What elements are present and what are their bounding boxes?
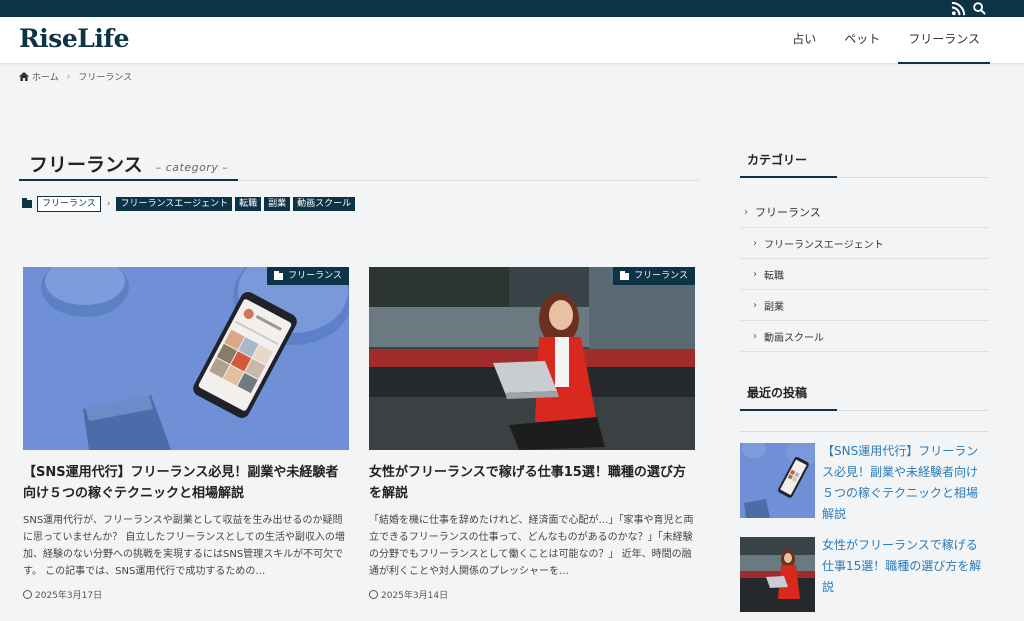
post-date-text: 2025年3月17日 (35, 591, 103, 601)
page-subtitle: – category – (155, 161, 229, 174)
category-badge-label: フリーランス (634, 271, 688, 281)
archive-header: フリーランス – category – (19, 145, 699, 181)
clock-icon (369, 590, 378, 599)
category-list: › フリーランス › フリーランスエージェント › 転職 › 副業 › 動画スク… (740, 197, 989, 352)
categories-title: カテゴリー (740, 151, 838, 178)
post-card[interactable]: フリーランス 女性がフリーランスで稼げる仕事15選！職種の選び方を解説 「結婚を… (369, 267, 695, 601)
category-badge[interactable]: フリーランス (613, 267, 695, 285)
post-thumbnail[interactable]: フリーランス (369, 267, 695, 450)
sidebar: カテゴリー › フリーランス › フリーランスエージェント › 転職 › 副業 … (740, 140, 989, 621)
recent-post-title[interactable]: 【SNS運用代行】フリーランス必見！副業や未経験者向け５つの稼ぐテクニックと相場… (822, 441, 989, 525)
category-item[interactable]: › フリーランス (740, 197, 989, 228)
recent-post-title[interactable]: 女性がフリーランスで稼げる仕事15選！職種の選び方を解説 (822, 535, 989, 612)
recent-posts-list: 【SNS運用代行】フリーランス必見！副業や未経験者向け５つの稼ぐテクニックと相場… (740, 443, 989, 612)
post-thumbnail[interactable]: フリーランス (23, 267, 349, 450)
breadcrumb-current: フリーランス (78, 73, 133, 83)
category-badge-label: フリーランス (288, 271, 342, 281)
top-utility-bar (0, 0, 1024, 17)
rss-icon[interactable] (951, 1, 966, 16)
chevron-right-icon: › (753, 330, 757, 342)
post-thumbnail-image (23, 267, 349, 450)
chevron-right-icon: › (753, 237, 757, 249)
category-item[interactable]: › 転職 (740, 259, 989, 290)
main-nav: 占い ペット フリーランス (774, 17, 990, 64)
category-item-label: 転職 (764, 270, 784, 282)
chevron-right-icon: › (106, 199, 111, 209)
recent-post-thumbnail[interactable] (740, 537, 815, 612)
category-item-label: フリーランス (755, 206, 821, 219)
tag-parent[interactable]: フリーランス (37, 196, 101, 212)
tag-video-school[interactable]: 動画スクール (293, 197, 356, 211)
category-badge[interactable]: フリーランス (267, 267, 349, 285)
tag-agent[interactable]: フリーランスエージェント (116, 197, 233, 211)
folder-icon (274, 270, 284, 280)
breadcrumb: ホーム › フリーランス (19, 70, 132, 83)
category-item-label: 動画スクール (764, 332, 824, 344)
clock-icon (23, 590, 32, 599)
post-date: 2025年3月17日 (23, 588, 349, 601)
search-icon[interactable] (972, 1, 987, 16)
chevron-right-icon: › (66, 71, 71, 82)
post-excerpt: 「結婚を機に仕事を辞めたけれど、経済面で心配が…」「家事や育児と両立できるフリー… (369, 515, 694, 577)
tag-side-job[interactable]: 副業 (264, 197, 291, 211)
recent-post-thumbnail-image (740, 537, 815, 612)
post-title[interactable]: 女性がフリーランスで稼げる仕事15選！職種の選び方を解説 (369, 462, 695, 504)
category-item[interactable]: › 副業 (740, 290, 989, 321)
breadcrumb-home[interactable]: ホーム (32, 70, 59, 83)
recent-post-item[interactable]: 【SNS運用代行】フリーランス必見！副業や未経験者向け５つの稼ぐテクニックと相場… (740, 443, 989, 525)
category-item-label: フリーランスエージェント (764, 239, 884, 251)
recent-post-item[interactable]: 女性がフリーランスで稼げる仕事15選！職種の選び方を解説 (740, 537, 989, 612)
post-date-text: 2025年3月14日 (381, 591, 449, 601)
post-card[interactable]: フリーランス 【SNS運用代行】フリーランス必見！副業や未経験者向け５つの稼ぐテ… (23, 267, 349, 601)
category-item[interactable]: › フリーランスエージェント (740, 228, 989, 259)
chevron-right-icon: › (744, 206, 748, 218)
post-date: 2025年3月14日 (369, 588, 695, 601)
site-header: RiseLife 占い ペット フリーランス (0, 17, 1024, 64)
post-excerpt: SNS運用代行が、フリーランスや副業として収益を生み出せるのか疑問に思っていませ… (23, 515, 345, 577)
recent-post-thumbnail-image (740, 443, 815, 518)
chevron-right-icon: › (753, 299, 757, 311)
category-item[interactable]: › 動画スクール (740, 321, 989, 352)
nav-item-fortune[interactable]: 占い (782, 17, 826, 64)
post-thumbnail-image (369, 267, 695, 450)
category-item-label: 副業 (764, 301, 784, 313)
recent-widget-header: 最近の投稿 (740, 373, 989, 411)
home-icon (19, 72, 29, 81)
divider (740, 431, 989, 432)
tag-job-change[interactable]: 転職 (235, 197, 262, 211)
site-logo[interactable]: RiseLife (19, 24, 130, 53)
page-title: フリーランス (29, 154, 143, 176)
nav-item-pet[interactable]: ペット (834, 17, 890, 64)
nav-item-freelance[interactable]: フリーランス (898, 17, 990, 64)
folder-icon (22, 198, 32, 208)
chevron-right-icon: › (753, 268, 757, 280)
recent-post-thumbnail[interactable] (740, 443, 815, 518)
recent-title: 最近の投稿 (740, 384, 838, 411)
post-title[interactable]: 【SNS運用代行】フリーランス必見！副業や未経験者向け５つの稼ぐテクニックと相場… (23, 462, 349, 504)
category-tags: フリーランス › フリーランスエージェント 転職 副業 動画スクール (22, 196, 358, 212)
folder-icon (620, 270, 630, 280)
categories-widget-header: カテゴリー (740, 140, 989, 178)
